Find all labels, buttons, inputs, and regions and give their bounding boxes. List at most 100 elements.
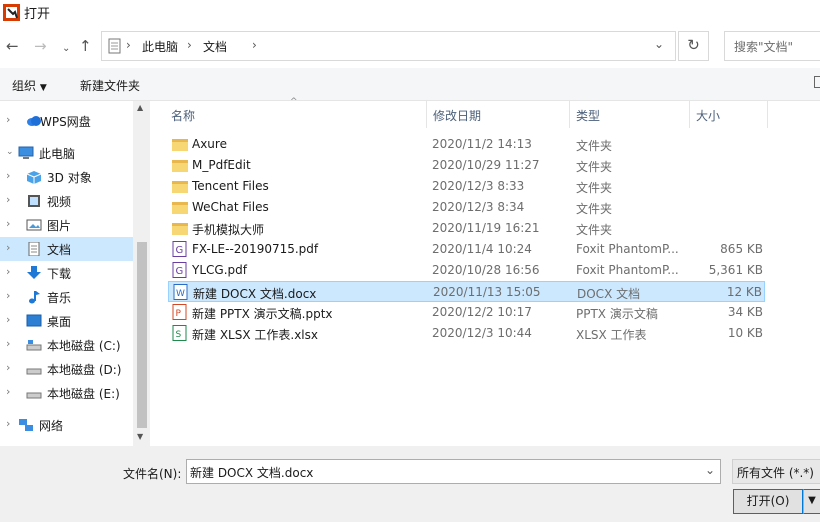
file-size: 12 KB [726, 285, 762, 299]
drive-icon [26, 340, 42, 351]
nav-item-wps-cloud[interactable]: › WPS网盘 [0, 109, 133, 133]
breadcrumb-documents[interactable]: 文档 [203, 38, 227, 55]
expand-chevron-icon[interactable]: › [6, 417, 10, 430]
expand-chevron-icon[interactable]: › [6, 313, 10, 326]
nav-item-3d-objects[interactable]: › 3D 对象 [0, 165, 133, 189]
refresh-button[interactable]: ↻ [678, 31, 709, 61]
music-icon [29, 291, 40, 304]
scroll-up-icon[interactable]: ▲ [137, 103, 143, 112]
nav-item-desktop[interactable]: › 桌面 [0, 309, 133, 333]
svg-text:S: S [176, 330, 182, 340]
chevron-down-icon: ▼ [808, 495, 816, 506]
breadcrumb-separator-icon: › [187, 38, 192, 52]
forward-arrow-icon[interactable]: → [34, 38, 47, 54]
file-date: 2020/12/3 8:33 [432, 179, 525, 193]
file-name: Tencent Files [192, 179, 269, 193]
view-options-icon[interactable] [814, 76, 820, 88]
expand-chevron-icon[interactable]: › [6, 361, 10, 374]
column-header-size[interactable]: 大小 [690, 101, 768, 128]
file-type: 文件夹 [576, 202, 613, 216]
scroll-down-icon[interactable]: ▼ [137, 432, 143, 441]
svg-text:P: P [176, 309, 182, 319]
nav-item-drive-c[interactable]: › 本地磁盘 (C:) [0, 333, 133, 357]
recent-locations-chevron-icon[interactable]: ⌄ [62, 41, 70, 57]
search-input[interactable]: 搜索"文档" [724, 31, 820, 61]
expand-chevron-icon[interactable]: › [6, 113, 10, 126]
nav-item-pictures[interactable]: › 图片 [0, 213, 133, 237]
documents-location-icon [108, 38, 121, 54]
filename-input[interactable]: 新建 DOCX 文档.docx ⌄ [186, 459, 721, 484]
file-name: WeChat Files [192, 200, 269, 214]
file-row[interactable]: M_PdfEdit 2020/10/29 11:27 文件夹 [168, 155, 765, 176]
expand-chevron-icon[interactable]: › [6, 169, 10, 182]
nav-item-music[interactable]: › 音乐 [0, 285, 133, 309]
file-row[interactable]: P 新建 PPTX 演示文稿.pptx 2020/12/2 10:17 PPTX… [168, 302, 765, 323]
expand-chevron-icon[interactable]: › [6, 265, 10, 278]
file-size: 865 KB [720, 242, 763, 256]
nav-item-drive-d[interactable]: › 本地磁盘 (D:) [0, 357, 133, 381]
expand-chevron-icon[interactable]: › [6, 193, 10, 206]
column-header-name[interactable]: 名称 [165, 101, 427, 128]
breadcrumb-separator-icon: › [252, 38, 257, 52]
nav-item-network[interactable]: › 网络 [0, 413, 133, 437]
back-arrow-icon[interactable]: ← [6, 38, 19, 54]
organize-button[interactable]: 组织 ▼ [12, 77, 47, 94]
computer-icon [18, 146, 34, 159]
column-header-type[interactable]: 类型 [570, 101, 690, 128]
file-name: 新建 DOCX 文档.docx [193, 287, 317, 301]
folder-icon [172, 181, 188, 193]
file-type: 文件夹 [576, 223, 613, 237]
open-dropdown-button[interactable]: ▼ [803, 489, 820, 514]
xlsx-icon: S [172, 325, 187, 341]
open-button[interactable]: 打开(O) [733, 489, 803, 514]
file-row[interactable]: Axure 2020/11/2 14:13 文件夹 [168, 134, 765, 155]
nav-label: 文档 [47, 243, 72, 257]
file-type-select[interactable]: 所有文件 (*.*) [732, 459, 820, 484]
folder-icon [172, 160, 188, 172]
column-header-date[interactable]: 修改日期 [427, 101, 570, 128]
collapse-chevron-icon[interactable]: ⌄ [6, 147, 14, 157]
nav-label: 视频 [47, 195, 72, 209]
file-type: XLSX 工作表 [576, 328, 647, 342]
nav-item-videos[interactable]: › 视频 [0, 189, 133, 213]
file-row[interactable]: G YLCG.pdf 2020/10/28 16:56 Foxit Phanto… [168, 260, 765, 281]
refresh-icon: ↻ [687, 36, 700, 54]
file-row[interactable]: WeChat Files 2020/12/3 8:34 文件夹 [168, 197, 765, 218]
pictures-icon [26, 219, 42, 231]
navigation-pane: › WPS网盘 ⌄ 此电脑 › 3D 对象 › 视频 › 图片 › 文档 › 下… [0, 101, 151, 446]
expand-chevron-icon[interactable]: › [6, 289, 10, 302]
expand-chevron-icon[interactable]: › [6, 337, 10, 350]
address-bar[interactable]: › 此电脑 › 文档 › ⌄ [101, 31, 676, 61]
file-type: 文件夹 [576, 181, 613, 195]
downloads-icon [27, 266, 41, 279]
file-row[interactable]: S 新建 XLSX 工作表.xlsx 2020/12/3 10:44 XLSX … [168, 323, 765, 344]
file-row[interactable]: 手机模拟大师 2020/11/19 16:21 文件夹 [168, 218, 765, 239]
expand-chevron-icon[interactable]: › [6, 385, 10, 398]
file-row[interactable]: Tencent Files 2020/12/3 8:33 文件夹 [168, 176, 765, 197]
file-date: 2020/11/4 10:24 [432, 242, 532, 256]
nav-item-this-pc[interactable]: ⌄ 此电脑 [0, 141, 133, 165]
pdf-icon: G [172, 241, 187, 257]
svg-text:G: G [176, 245, 184, 256]
nav-scrollbar-thumb[interactable] [137, 242, 147, 428]
drive-icon [26, 368, 42, 375]
expand-chevron-icon[interactable]: › [6, 241, 10, 254]
up-arrow-icon[interactable]: ↑ [79, 38, 92, 54]
nav-item-documents[interactable]: › 文档 [0, 237, 133, 261]
nav-label: 本地磁盘 (D:) [47, 363, 122, 377]
nav-label: 本地磁盘 (E:) [47, 387, 120, 401]
nav-item-downloads[interactable]: › 下载 [0, 261, 133, 285]
expand-chevron-icon[interactable]: › [6, 217, 10, 230]
breadcrumb-this-pc[interactable]: 此电脑 [142, 38, 178, 55]
folder-icon [172, 139, 188, 151]
nav-item-drive-e[interactable]: › 本地磁盘 (E:) [0, 381, 133, 405]
file-date: 2020/11/19 16:21 [432, 221, 540, 235]
nav-label: 此电脑 [39, 147, 76, 161]
new-folder-button[interactable]: 新建文件夹 [80, 77, 140, 94]
file-row-selected[interactable]: W 新建 DOCX 文档.docx 2020/11/13 15:05 DOCX … [168, 281, 765, 302]
app-icon [3, 4, 20, 21]
filename-dropdown-chevron-icon[interactable]: ⌄ [705, 463, 715, 477]
address-dropdown-chevron-icon[interactable]: ⌄ [654, 37, 664, 51]
file-row[interactable]: G FX-LE--20190715.pdf 2020/11/4 10:24 Fo… [168, 239, 765, 260]
file-name: 新建 PPTX 演示文稿.pptx [192, 307, 333, 321]
